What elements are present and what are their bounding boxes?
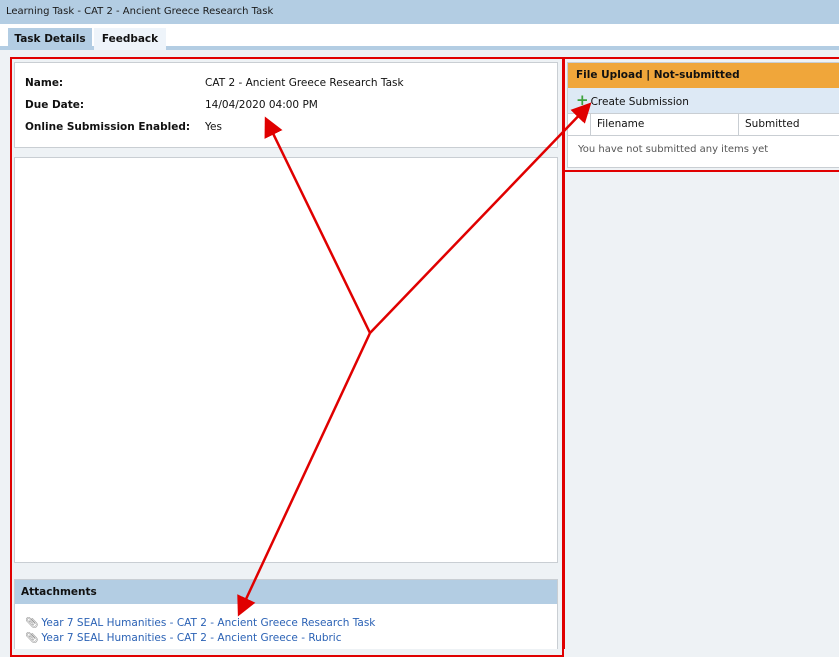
attachments-header: Attachments bbox=[15, 580, 557, 604]
file-upload-header: File Upload | Not-submitted bbox=[568, 63, 839, 88]
attachments-panel: Attachments 📎︎ Year 7 SEAL Humanities - C… bbox=[14, 579, 558, 649]
empty-submissions-message: You have not submitted any items yet bbox=[578, 144, 769, 155]
annotation-line-right bbox=[563, 170, 565, 649]
name-label: Name: bbox=[25, 77, 64, 89]
create-submission-label: Create Submission bbox=[590, 96, 689, 108]
create-submission-button[interactable]: + Create Submission bbox=[568, 88, 839, 113]
tab-feedback[interactable]: Feedback bbox=[94, 28, 166, 50]
task-details-panel: Name: CAT 2 - Ancient Greece Research Ta… bbox=[14, 62, 558, 148]
file-upload-panel: File Upload | Not-submitted + Create Subm… bbox=[567, 62, 839, 168]
due-date-value: 14/04/2020 04:00 PM bbox=[205, 99, 318, 111]
task-description-panel bbox=[14, 157, 558, 563]
tab-task-details[interactable]: Task Details bbox=[8, 28, 92, 50]
column-header-submitted[interactable]: Submitted bbox=[738, 114, 839, 135]
paperclip-icon: 📎︎ bbox=[25, 617, 39, 629]
paperclip-icon: 📎︎ bbox=[25, 632, 39, 644]
online-submission-value: Yes bbox=[205, 121, 222, 133]
attachment-link-rubric[interactable]: 📎︎ Year 7 SEAL Humanities - CAT 2 - Ancie… bbox=[25, 631, 342, 644]
tab-strip: Task Details Feedback bbox=[0, 24, 839, 50]
name-value: CAT 2 - Ancient Greece Research Task bbox=[205, 77, 404, 89]
submission-grid-header: Filename Submitted bbox=[568, 113, 839, 136]
attachment-link-research-task[interactable]: 📎︎ Year 7 SEAL Humanities - CAT 2 - Ancie… bbox=[25, 616, 375, 629]
attachment-link-label: Year 7 SEAL Humanities - CAT 2 - Ancient… bbox=[41, 632, 342, 644]
window-title: Learning Task - CAT 2 - Ancient Greece R… bbox=[0, 0, 839, 24]
column-header-filename[interactable]: Filename bbox=[590, 114, 738, 135]
due-date-label: Due Date: bbox=[25, 99, 85, 111]
attachment-link-label: Year 7 SEAL Humanities - CAT 2 - Ancient… bbox=[41, 617, 376, 629]
plus-icon: + bbox=[576, 91, 589, 109]
online-submission-label: Online Submission Enabled: bbox=[25, 121, 191, 133]
